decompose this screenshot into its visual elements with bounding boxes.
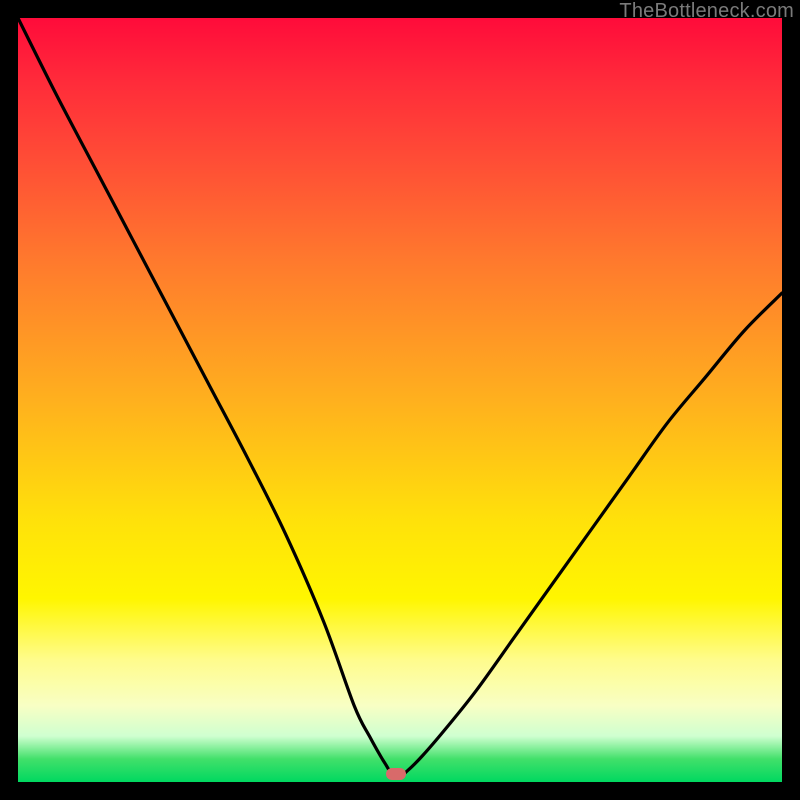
bottleneck-curve [18,18,782,782]
watermark-text: TheBottleneck.com [619,0,794,23]
chart-frame: TheBottleneck.com [0,0,800,800]
plot-area [18,18,782,782]
optimal-point-marker [386,768,406,780]
